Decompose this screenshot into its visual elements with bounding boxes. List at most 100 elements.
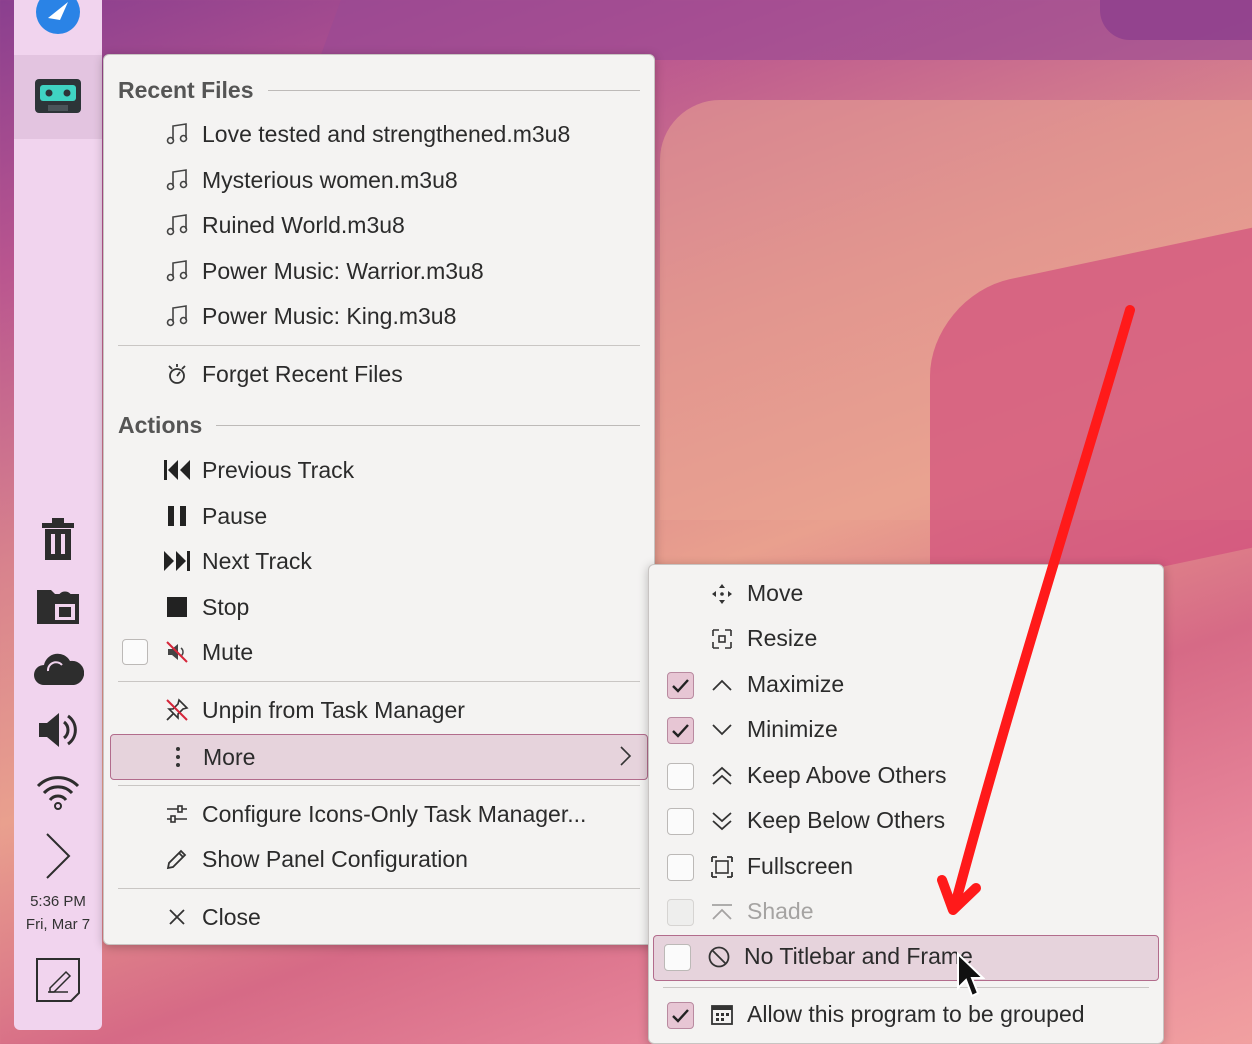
recent-file-label: Power Music: King.m3u8	[202, 302, 457, 329]
move-item[interactable]: Move	[653, 572, 1159, 616]
pause-label: Pause	[202, 502, 268, 529]
more-item[interactable]: More	[110, 734, 648, 780]
unpin-icon	[162, 695, 192, 725]
more-vertical-icon	[163, 742, 193, 772]
recent-file-item[interactable]: Power Music: King.m3u8	[110, 294, 648, 338]
notes-icon[interactable]	[14, 956, 102, 1004]
wallpaper-shape	[1100, 0, 1252, 40]
music-note-icon	[162, 165, 192, 195]
menu-separator	[663, 987, 1149, 988]
cassette-icon	[35, 79, 81, 113]
stop-item[interactable]: Stop	[110, 585, 648, 629]
unpin-item[interactable]: Unpin from Task Manager	[110, 688, 648, 732]
keep-below-item[interactable]: Keep Below Others	[653, 799, 1159, 843]
close-icon	[162, 902, 192, 932]
shade-icon	[707, 897, 737, 927]
recent-files-header-label: Recent Files	[118, 76, 254, 103]
shade-item[interactable]: Shade	[653, 890, 1159, 934]
stop-icon	[162, 592, 192, 622]
resize-item[interactable]: Resize	[653, 617, 1159, 661]
keep-above-item[interactable]: Keep Above Others	[653, 754, 1159, 798]
previous-track-label: Previous Track	[202, 456, 355, 483]
cloud-icon[interactable]	[14, 645, 102, 689]
no-titlebar-checkbox[interactable]	[664, 944, 691, 971]
forget-recent-files-item[interactable]: Forget Recent Files	[110, 352, 648, 396]
recent-file-item[interactable]: Power Music: Warrior.m3u8	[110, 249, 648, 293]
recent-file-item[interactable]: Mysterious women.m3u8	[110, 158, 648, 202]
mute-icon	[162, 637, 192, 667]
recent-file-item[interactable]: Love tested and strengthened.m3u8	[110, 112, 648, 156]
fullscreen-checkbox[interactable]	[667, 854, 694, 881]
vault-lock-icon[interactable]	[14, 580, 102, 626]
expand-tray-icon[interactable]	[14, 832, 102, 880]
close-item[interactable]: Close	[110, 895, 648, 939]
configure-sliders-icon	[162, 799, 192, 829]
keep-above-label: Keep Above Others	[747, 762, 947, 788]
configure-task-manager-item[interactable]: Configure Icons-Only Task Manager...	[110, 792, 648, 836]
keep-below-checkbox[interactable]	[667, 808, 694, 835]
task-context-menu: Recent Files Love tested and strengthene…	[103, 54, 655, 945]
recent-file-item[interactable]: Ruined World.m3u8	[110, 203, 648, 247]
more-label: More	[203, 743, 256, 770]
menu-separator	[118, 681, 640, 682]
minimize-label: Minimize	[747, 716, 838, 742]
minimize-checkbox[interactable]	[667, 717, 694, 744]
allow-grouping-item[interactable]: Allow this program to be grouped	[653, 993, 1159, 1037]
fullscreen-item[interactable]: Fullscreen	[653, 845, 1159, 889]
forget-recent-files-label: Forget Recent Files	[202, 360, 403, 387]
chevron-down-icon	[707, 715, 737, 745]
shade-label: Shade	[747, 898, 814, 924]
unpin-label: Unpin from Task Manager	[202, 696, 465, 723]
music-note-icon	[162, 301, 192, 331]
resize-icon	[707, 624, 737, 654]
keep-above-checkbox[interactable]	[667, 763, 694, 790]
clock[interactable]: 5:36 PM Fri, Mar 7	[14, 890, 102, 936]
menu-separator	[118, 785, 640, 786]
resize-label: Resize	[747, 625, 818, 651]
no-entry-icon	[704, 942, 734, 972]
previous-track-item[interactable]: Previous Track	[110, 448, 648, 492]
recent-file-label: Ruined World.m3u8	[202, 211, 405, 238]
music-note-icon	[162, 119, 192, 149]
allow-grouping-checkbox[interactable]	[667, 1002, 694, 1029]
double-chevron-up-icon	[707, 761, 737, 791]
maximize-label: Maximize	[747, 671, 845, 697]
configure-task-manager-label: Configure Icons-Only Task Manager...	[202, 800, 587, 827]
keep-below-label: Keep Below Others	[747, 807, 946, 833]
recent-files-header: Recent Files	[118, 75, 640, 105]
task-app-launcher[interactable]	[14, 0, 102, 54]
shade-checkbox[interactable]	[667, 899, 694, 926]
mute-checkbox[interactable]	[122, 639, 148, 665]
mute-item[interactable]: Mute	[110, 630, 648, 674]
pause-item[interactable]: Pause	[110, 494, 648, 538]
music-note-icon	[162, 256, 192, 286]
fullscreen-label: Fullscreen	[747, 853, 854, 879]
allow-grouping-label: Allow this program to be grouped	[747, 1001, 1085, 1027]
show-panel-configuration-label: Show Panel Configuration	[202, 845, 468, 872]
actions-header-label: Actions	[118, 411, 203, 438]
maximize-item[interactable]: Maximize	[653, 663, 1159, 707]
no-titlebar-item[interactable]: No Titlebar and Frame	[653, 935, 1159, 981]
minimize-item[interactable]: Minimize	[653, 708, 1159, 752]
menu-separator	[118, 888, 640, 889]
next-track-item[interactable]: Next Track	[110, 539, 648, 583]
more-submenu: Move Resize Maximize Minimize Keep Above…	[648, 564, 1164, 1044]
close-label: Close	[202, 903, 261, 930]
left-panel: 5:36 PM Fri, Mar 7	[14, 0, 102, 1030]
trash-icon[interactable]	[14, 516, 102, 562]
edit-pen-icon	[162, 844, 192, 874]
volume-icon[interactable]	[14, 708, 102, 752]
previous-track-icon	[162, 455, 192, 485]
calendar-grid-icon	[707, 1000, 737, 1030]
clear-history-icon	[162, 359, 192, 389]
maximize-checkbox[interactable]	[667, 672, 694, 699]
move-label: Move	[747, 580, 804, 606]
no-titlebar-label: No Titlebar and Frame	[744, 943, 973, 969]
recent-file-label: Love tested and strengthened.m3u8	[202, 120, 571, 147]
pause-icon	[162, 501, 192, 531]
chevron-right-icon	[619, 744, 633, 774]
mouse-cursor-icon	[957, 952, 985, 998]
show-panel-configuration-item[interactable]: Show Panel Configuration	[110, 837, 648, 881]
task-audio-player[interactable]	[14, 55, 102, 139]
wifi-icon[interactable]	[14, 772, 102, 812]
